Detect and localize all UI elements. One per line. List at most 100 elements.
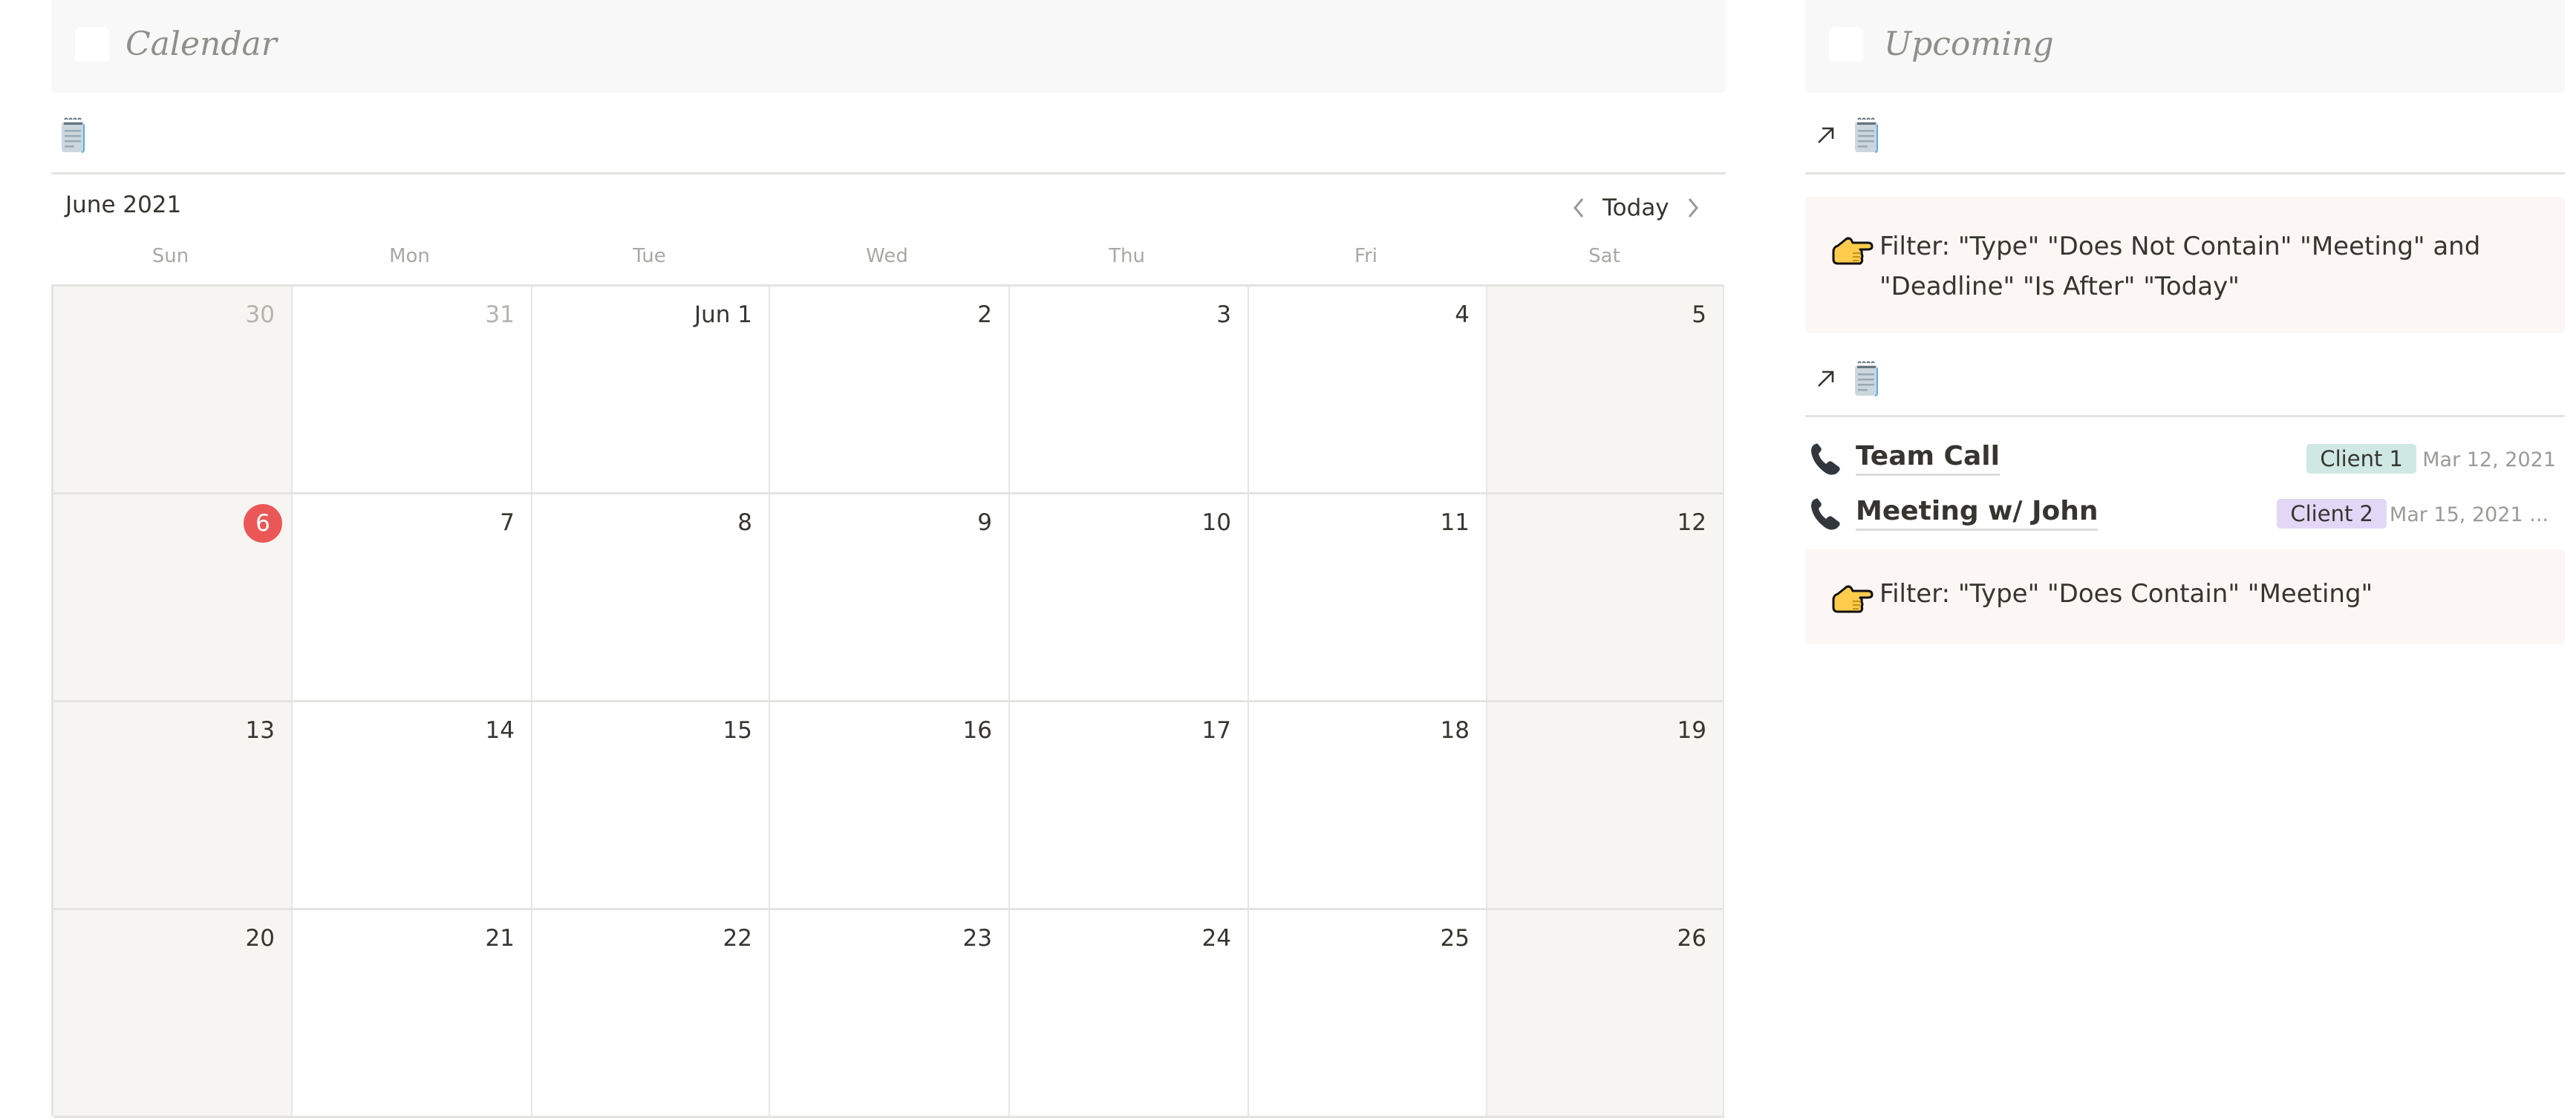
phone-icon: [1810, 496, 1842, 532]
client-tag: Client 2: [2277, 499, 2387, 529]
calendar-day-cell[interactable]: 5: [1487, 287, 1724, 494]
calendar-day-cell[interactable]: 7: [293, 494, 532, 702]
calendar-day-cell[interactable]: 8: [532, 494, 770, 702]
weekday-label: Thu: [1109, 245, 1145, 267]
day-number: 5: [1692, 301, 1706, 328]
prev-month-button[interactable]: [1564, 187, 1594, 229]
calendar-day-cell[interactable]: 30: [53, 287, 293, 494]
next-month-button[interactable]: [1678, 187, 1708, 229]
callout-text: Filter: "Type" "Does Not Contain" "Meeti…: [1879, 232, 2481, 301]
today-day-number: 6: [244, 504, 282, 543]
day-number: 17: [1201, 717, 1231, 744]
upcoming-title: Upcoming: [1884, 25, 2054, 63]
calendar-day-cell[interactable]: 13: [53, 702, 293, 910]
calendar-day-cell[interactable]: 26: [1487, 910, 1724, 1118]
day-number: 22: [723, 925, 752, 952]
calendar-day-cell[interactable]: 15: [532, 702, 770, 910]
day-number: 25: [1440, 925, 1470, 952]
page-icon-placeholder[interactable]: [1829, 27, 1863, 62]
calendar-day-cell[interactable]: 4: [1249, 287, 1487, 494]
day-number: 4: [1455, 301, 1470, 328]
day-number: 11: [1440, 509, 1470, 536]
calendar-day-cell[interactable]: 9: [770, 494, 1010, 702]
weekday-label: Sun: [151, 245, 189, 267]
calendar-day-cell[interactable]: 31: [293, 287, 532, 494]
day-number: 19: [1677, 717, 1706, 744]
day-number: 14: [485, 717, 515, 744]
today-button[interactable]: Today: [1594, 194, 1678, 221]
calendar-day-cell[interactable]: 12: [1487, 494, 1724, 702]
arrow-up-right-icon[interactable]: [1816, 368, 1836, 389]
day-number: 24: [1201, 925, 1231, 952]
chevron-right-icon: [1686, 197, 1701, 219]
calendar-day-cell[interactable]: 3: [1010, 287, 1249, 494]
filter-callout: Filter: "Type" "Does Contain" "Meeting": [1805, 549, 2565, 644]
calendar-day-cell[interactable]: 24: [1010, 910, 1249, 1118]
day-number: 9: [977, 509, 992, 536]
calendar-day-cell[interactable]: 17: [1010, 702, 1249, 910]
day-number: 16: [962, 717, 992, 744]
calendar-day-cell[interactable]: 6: [53, 494, 293, 702]
calendar-day-cell[interactable]: Jun 1: [532, 287, 770, 494]
weekday-label: Sat: [1588, 245, 1620, 267]
weekday-label: Fri: [1354, 245, 1377, 267]
weekday-label: Mon: [389, 245, 430, 267]
callout-text: Filter: "Type" "Does Contain" "Meeting": [1879, 579, 2373, 609]
calendar-day-cell[interactable]: 22: [532, 910, 770, 1118]
day-number: 2: [977, 301, 992, 328]
calendar-day-cell[interactable]: 16: [770, 702, 1010, 910]
day-number: 3: [1216, 301, 1231, 328]
calendar-day-cell[interactable]: 10: [1010, 494, 1249, 702]
day-number: 8: [737, 509, 752, 536]
calendar-day-cell[interactable]: 11: [1249, 494, 1487, 702]
calendar-day-cell[interactable]: 19: [1487, 702, 1724, 910]
view-divider: [1805, 172, 2565, 174]
chevron-left-icon: [1571, 197, 1586, 219]
day-number: 23: [962, 925, 992, 952]
notepad-icon[interactable]: [1854, 117, 1879, 153]
day-number: 12: [1677, 509, 1706, 536]
item-title[interactable]: Meeting w/ John: [1856, 494, 2099, 531]
notepad-icon[interactable]: [1854, 361, 1879, 396]
list-item[interactable]: Meeting w/ John Client 2 Mar 15, 2021 ..…: [1805, 490, 2565, 537]
day-number: 18: [1440, 717, 1470, 744]
calendar-day-cell[interactable]: 25: [1249, 910, 1487, 1118]
day-number: 20: [245, 925, 275, 952]
item-date: Mar 15, 2021 ...: [2389, 503, 2549, 526]
day-number: 31: [485, 301, 515, 328]
calendar-grid: 30 31 Jun 1 2 3 4 5 6 7 8 9 10 11 12 13 14 15 16 17 18 19 20 2…: [51, 284, 1724, 1118]
filter-callout: Filter: "Type" "Does Not Contain" "Meeti…: [1805, 197, 2565, 333]
page-icon-placeholder[interactable]: [75, 27, 109, 62]
day-number: 10: [1201, 509, 1231, 536]
day-number: 21: [485, 925, 515, 952]
notepad-icon[interactable]: [61, 117, 86, 153]
calendar-day-cell[interactable]: 2: [770, 287, 1010, 494]
view-divider: [1805, 415, 2565, 417]
calendar-day-cell[interactable]: 20: [53, 910, 293, 1118]
client-tag: Client 1: [2306, 444, 2416, 474]
day-number: Jun 1: [694, 301, 752, 328]
item-date: Mar 12, 2021: [2422, 448, 2556, 471]
calendar-day-cell[interactable]: 18: [1249, 702, 1487, 910]
calendar-header: Calendar: [51, 0, 1726, 93]
day-number: 26: [1677, 925, 1706, 952]
day-number: 7: [500, 509, 515, 536]
pointing-hand-icon: [1830, 234, 1874, 267]
month-label: June 2021: [65, 192, 182, 218]
day-number: 13: [245, 717, 275, 744]
phone-icon: [1810, 441, 1842, 477]
arrow-up-right-icon[interactable]: [1816, 125, 1836, 146]
pointing-hand-icon: [1830, 582, 1874, 615]
day-number: 30: [245, 301, 275, 328]
calendar-nav: Today: [1564, 187, 1708, 229]
upcoming-header: Upcoming: [1805, 0, 2565, 93]
day-number: 15: [723, 717, 752, 744]
calendar-day-cell[interactable]: 21: [293, 910, 532, 1118]
calendar-day-cell[interactable]: 14: [293, 702, 532, 910]
calendar-title: Calendar: [125, 25, 277, 63]
list-item[interactable]: Team Call Client 1 Mar 12, 2021: [1805, 435, 2565, 483]
weekday-label: Tue: [633, 245, 666, 267]
calendar-day-cell[interactable]: 23: [770, 910, 1010, 1118]
view-divider: [51, 172, 1726, 174]
item-title[interactable]: Team Call: [1856, 439, 2000, 476]
